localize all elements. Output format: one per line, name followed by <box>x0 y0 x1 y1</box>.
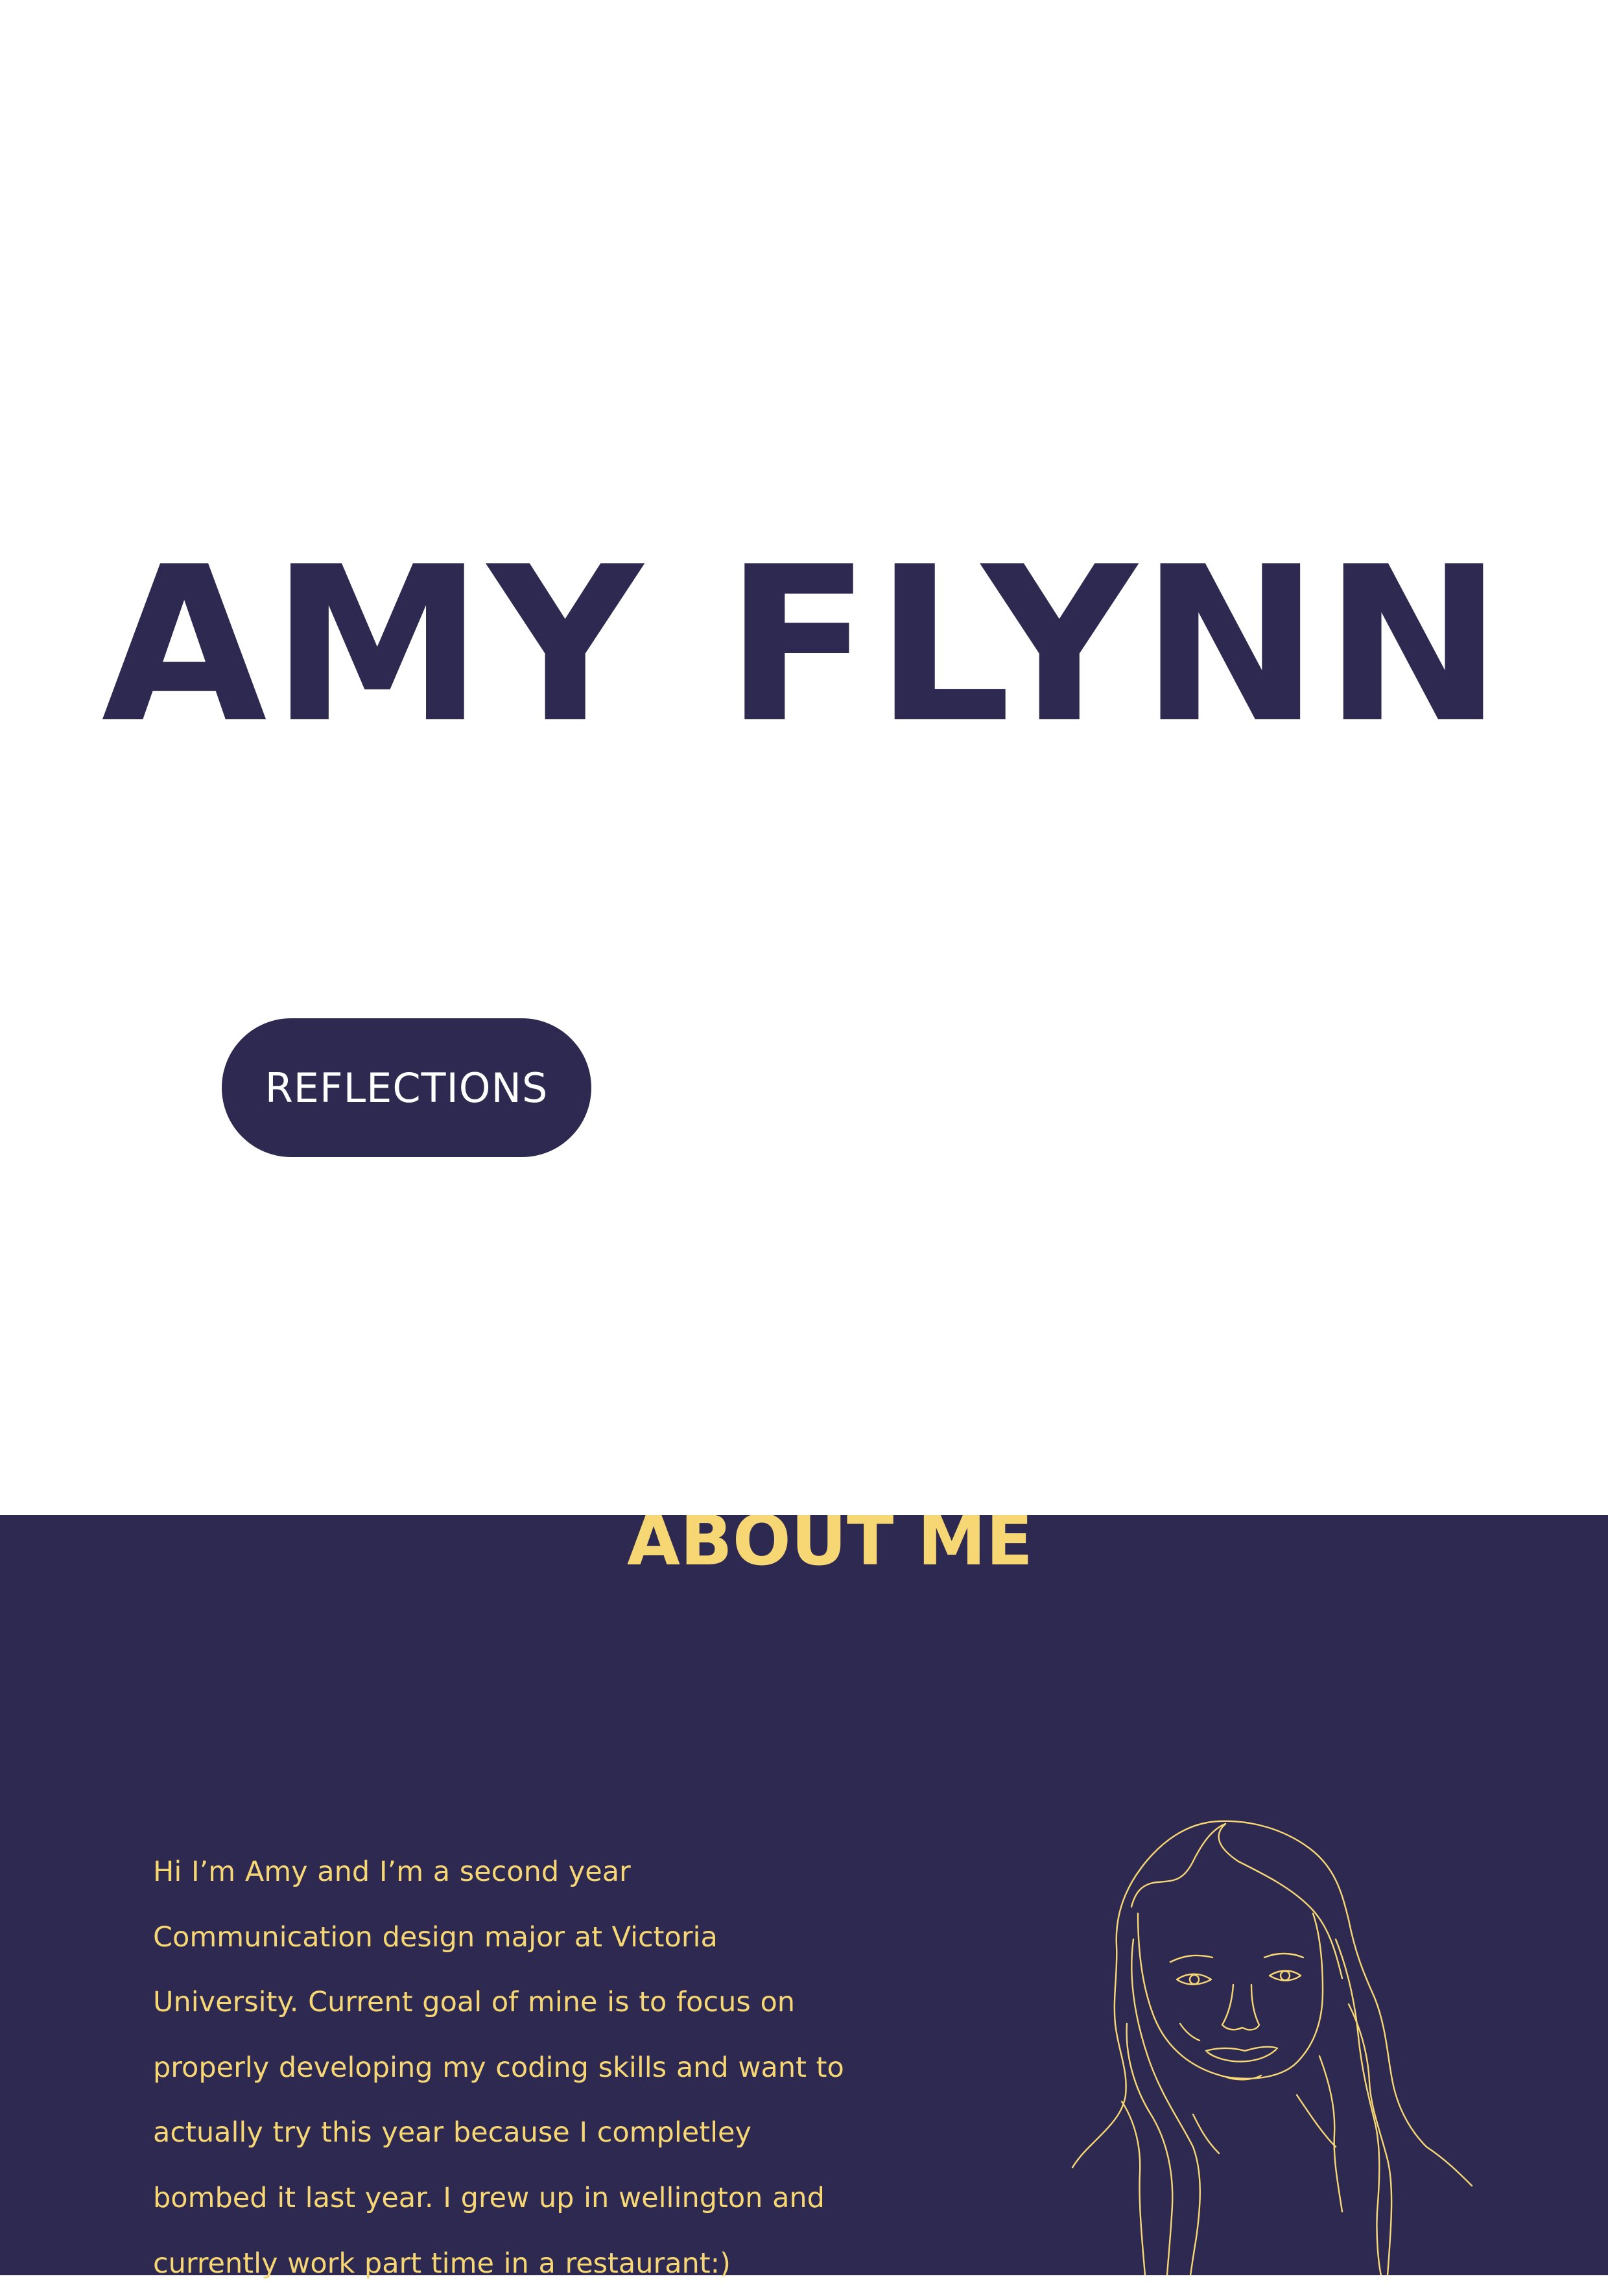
about-paragraph: Hi I’m Amy and I’m a second year Communi… <box>153 1856 844 2280</box>
site-title: AMY FLYNN <box>101 521 1507 770</box>
portrait-illustration <box>1063 1810 1491 2275</box>
reflections-button[interactable]: REFLECTIONS <box>222 1018 591 1157</box>
hero-section: AMY FLYNN REFLECTIONS <box>0 0 1608 1515</box>
about-heading: ABOUT ME <box>626 1515 1034 1581</box>
